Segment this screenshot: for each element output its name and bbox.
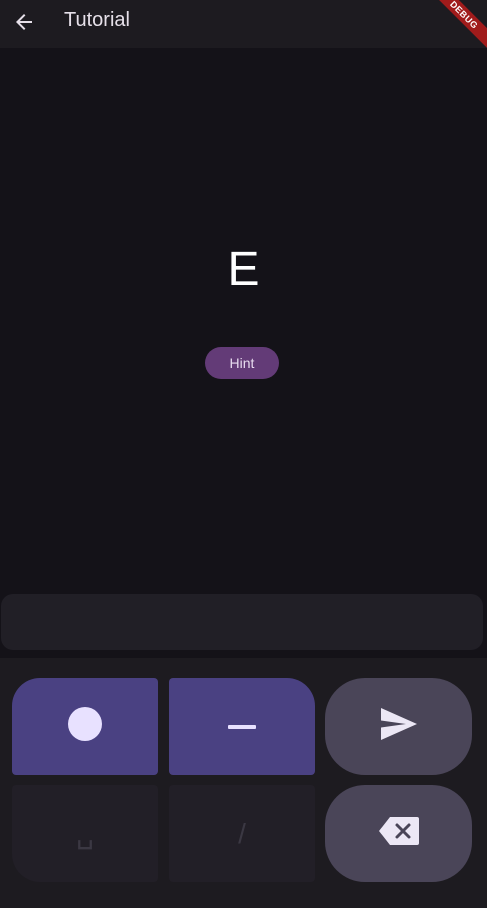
space-key[interactable]: ␣ [12, 785, 158, 882]
send-key[interactable] [325, 678, 472, 775]
app-bar: Tutorial [0, 0, 487, 48]
morse-input-field[interactable] [1, 594, 483, 650]
dash-icon [228, 718, 256, 736]
slash-icon: / [238, 817, 246, 849]
slash-key[interactable]: / [169, 785, 315, 882]
send-icon [380, 707, 418, 746]
space-icon: ␣ [76, 817, 94, 849]
arrow-back-icon [12, 10, 36, 39]
dash-key[interactable] [169, 678, 315, 775]
target-letter: E [227, 243, 260, 296]
app-root: Tutorial DEBUG E Hint ␣ / [0, 0, 487, 908]
back-button[interactable] [6, 6, 42, 42]
dot-icon [67, 706, 103, 747]
morse-keyboard: ␣ / [0, 658, 487, 908]
page-title: Tutorial [64, 9, 130, 31]
dot-key[interactable] [12, 678, 158, 775]
backspace-icon [378, 816, 420, 851]
backspace-key[interactable] [325, 785, 472, 882]
hint-button[interactable]: Hint [205, 347, 279, 379]
